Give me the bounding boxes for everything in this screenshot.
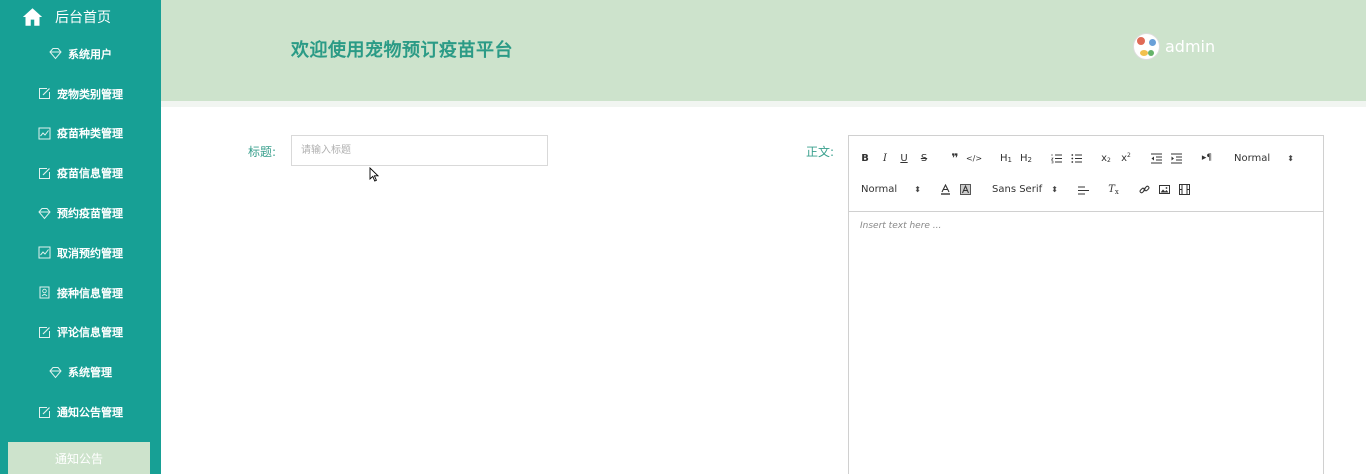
clean-format-button[interactable]: Tx (1107, 182, 1120, 196)
sidebar-item-label: 系统管理 (68, 366, 112, 380)
indent-button[interactable] (1170, 151, 1183, 165)
sidebar-item[interactable]: 预约疫苗管理 (0, 193, 161, 233)
size-picker-value: Normal (861, 183, 898, 195)
mouse-cursor-icon (369, 167, 379, 182)
chart-icon (38, 246, 51, 259)
background-color-icon (959, 183, 971, 195)
title-input[interactable] (291, 135, 548, 166)
video-button[interactable] (1178, 182, 1190, 196)
sidebar-menu: 系统用户宠物类别管理 疫苗种类管理 疫苗信息管理 预约疫苗管理 取消预约管理 接种信息管理… (0, 34, 161, 432)
header-divider (161, 101, 1366, 107)
sidebar-item[interactable]: 疫苗信息管理 (0, 153, 161, 193)
picker-arrow-icon: ⬍ (914, 184, 921, 194)
diamond-icon (49, 47, 62, 60)
align-left-icon (1078, 185, 1089, 195)
image-button[interactable] (1158, 182, 1170, 196)
header-picker-value: Normal (1234, 152, 1271, 164)
username[interactable]: admin (1165, 37, 1215, 56)
link-icon (1139, 185, 1149, 193)
sidebar-item-label: 预约疫苗管理 (57, 207, 123, 221)
video-icon (1178, 183, 1190, 195)
editor-placeholder: Insert text here ... (860, 221, 942, 231)
ordered-list-button[interactable] (1050, 151, 1063, 165)
background-color-button[interactable] (959, 182, 971, 196)
edit-icon (38, 326, 51, 339)
font-picker[interactable]: Sans Serif ⬍ (992, 182, 1058, 196)
sidebar-home-label: 后台首页 (55, 10, 111, 26)
header-2-button[interactable]: H2 (1018, 151, 1034, 165)
underline-button[interactable]: U (898, 151, 910, 165)
code-block-button[interactable]: </> (966, 151, 982, 165)
editor-toolbar: B I U S ❞ </> H1 H2 x2 x2 ▸¶ Normal ⬍ No… (849, 136, 1323, 212)
link-button[interactable] (1138, 182, 1150, 196)
indent-icon (1171, 153, 1182, 163)
header: 欢迎使用宠物预订疫苗平台 admin (161, 0, 1366, 101)
sidebar-item[interactable]: 疫苗种类管理 (0, 114, 161, 154)
sidebar-item[interactable]: 宠物类别管理 (0, 74, 161, 114)
ordered-list-icon (1051, 153, 1062, 163)
badge-icon (38, 286, 51, 299)
sidebar-item[interactable]: 系统管理 (0, 352, 161, 392)
superscript-button[interactable]: x2 (1119, 151, 1133, 165)
sidebar-item-label: 疫苗种类管理 (57, 127, 123, 141)
bullet-list-button[interactable] (1070, 151, 1083, 165)
text-color-button[interactable] (939, 182, 951, 196)
italic-button[interactable]: I (879, 151, 891, 165)
sidebar-item[interactable]: 通知公告管理 (0, 392, 161, 432)
subscript-button[interactable]: x2 (1099, 151, 1113, 165)
edit-icon (38, 406, 51, 419)
content-label: 正文: (806, 145, 835, 159)
sidebar-subitem-notice[interactable]: 通知公告 (8, 442, 150, 474)
sidebar: 后台首页 系统用户宠物类别管理 疫苗种类管理 疫苗信息管理 预约疫苗管理 取消预约管理接… (0, 0, 161, 474)
page-title: 欢迎使用宠物预订疫苗平台 (291, 40, 513, 61)
header-picker[interactable]: Normal ⬍ (1234, 151, 1294, 165)
outdent-icon (1151, 153, 1162, 163)
align-button[interactable] (1077, 183, 1090, 197)
sidebar-home[interactable]: 后台首页 (0, 0, 161, 34)
sidebar-item[interactable]: 取消预约管理 (0, 233, 161, 273)
avatar[interactable] (1133, 33, 1160, 60)
text-direction-button[interactable]: ▸¶ (1200, 151, 1214, 165)
rich-text-editor: B I U S ❞ </> H1 H2 x2 x2 ▸¶ Normal ⬍ No… (848, 135, 1324, 474)
bold-button[interactable]: B (859, 151, 871, 165)
user-menu[interactable]: admin (1133, 33, 1215, 60)
outdent-button[interactable] (1150, 151, 1163, 165)
sidebar-item[interactable]: 接种信息管理 (0, 273, 161, 313)
sidebar-item-label: 评论信息管理 (57, 326, 123, 340)
picker-arrow-icon: ⬍ (1051, 184, 1058, 194)
home-icon (22, 8, 43, 26)
text-color-icon (940, 183, 950, 195)
edit-icon (38, 87, 51, 100)
diamond-icon (49, 366, 62, 379)
sidebar-item[interactable]: 系统用户 (0, 34, 161, 74)
image-icon (1158, 184, 1170, 194)
sidebar-item-label: 疫苗信息管理 (57, 167, 123, 181)
sidebar-item-label: 取消预约管理 (57, 246, 123, 260)
blockquote-button[interactable]: ❞ (949, 151, 961, 165)
bullet-list-icon (1071, 153, 1082, 163)
sidebar-item-label: 通知公告管理 (57, 406, 123, 420)
header-1-button[interactable]: H1 (998, 151, 1014, 165)
font-picker-value: Sans Serif (992, 183, 1043, 195)
sidebar-item-label: 宠物类别管理 (57, 87, 123, 101)
picker-arrow-icon: ⬍ (1287, 153, 1294, 163)
title-label: 标题: (248, 145, 277, 159)
sidebar-item-label: 接种信息管理 (57, 286, 123, 300)
diamond-icon (38, 207, 51, 220)
editor-content-area[interactable]: Insert text here ... (849, 212, 1323, 240)
sidebar-item[interactable]: 评论信息管理 (0, 313, 161, 353)
chart-icon (38, 127, 51, 140)
edit-icon (38, 167, 51, 180)
sidebar-item-label: 系统用户 (68, 47, 112, 61)
strike-button[interactable]: S (918, 151, 930, 165)
size-picker[interactable]: Normal ⬍ (861, 182, 921, 196)
